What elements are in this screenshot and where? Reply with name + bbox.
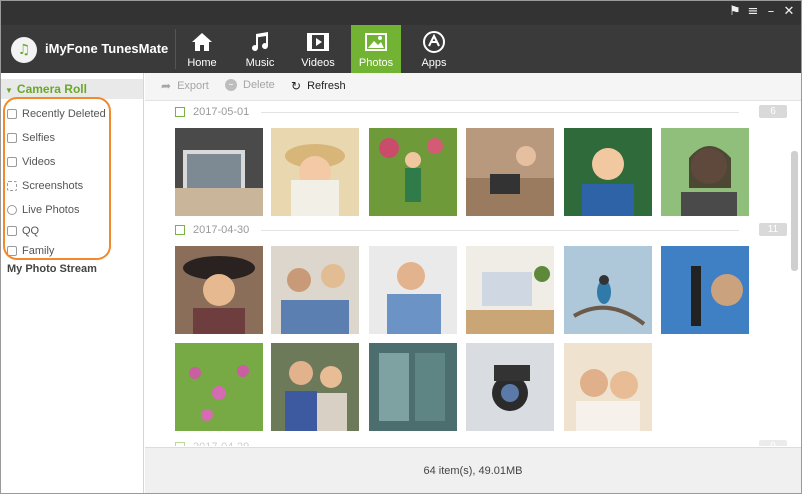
- group-header: 2017-04-30 11: [175, 222, 787, 240]
- highlight-annotation: [3, 97, 111, 260]
- scrollbar[interactable]: [791, 151, 798, 271]
- nav-music[interactable]: Music: [235, 25, 285, 73]
- export-icon: ➦: [161, 79, 172, 93]
- nav-videos-label: Videos: [301, 57, 335, 69]
- sidebar-my-photo-stream[interactable]: My Photo Stream: [7, 263, 97, 275]
- photo-thumbnail[interactable]: [175, 343, 263, 431]
- group-date: 2017-04-29: [193, 441, 249, 446]
- photo-thumbnail[interactable]: [369, 246, 457, 334]
- photo-thumbnail[interactable]: [466, 343, 554, 431]
- group-header: 2017-04-29 9: [175, 439, 787, 446]
- apps-icon: [421, 30, 447, 54]
- top-bar: ⚑ ≡ – ✕ ♫ iMyFone TunesMate Home Music V…: [1, 1, 801, 73]
- group-select-checkbox[interactable]: [175, 442, 185, 446]
- photo-thumbnail[interactable]: [564, 128, 652, 216]
- export-label: Export: [177, 80, 209, 92]
- nav-apps[interactable]: Apps: [409, 25, 459, 73]
- window-controls: ⚑ ≡ – ✕: [729, 5, 795, 19]
- group-count-badge: 6: [759, 105, 787, 118]
- status-bar: 64 item(s), 49.01MB: [145, 447, 801, 493]
- nav-photos-label: Photos: [358, 57, 394, 69]
- nav-videos[interactable]: Videos: [293, 25, 343, 73]
- close-icon[interactable]: ✕: [783, 5, 795, 19]
- photo-thumbnail[interactable]: [369, 343, 457, 431]
- music-icon: [247, 30, 273, 54]
- triangle-down-icon: ▼: [5, 86, 13, 95]
- refresh-button[interactable]: ↻ Refresh: [291, 79, 346, 93]
- delete-button[interactable]: – Delete: [225, 79, 275, 91]
- group-select-checkbox[interactable]: [175, 107, 185, 117]
- nav-home[interactable]: Home: [177, 25, 227, 73]
- home-icon: [189, 30, 215, 54]
- minus-circle-icon: –: [225, 79, 237, 91]
- group-date: 2017-04-30: [193, 224, 250, 236]
- photo-thumbnail[interactable]: [661, 128, 749, 216]
- main-nav: Home Music Videos Photos Apps: [177, 25, 467, 73]
- delete-label: Delete: [243, 79, 275, 91]
- divider: [175, 29, 176, 69]
- photo-thumbnail[interactable]: [466, 246, 554, 334]
- photo-thumbnail[interactable]: [271, 343, 359, 431]
- photo-thumbnail[interactable]: [564, 246, 652, 334]
- nav-photos[interactable]: Photos: [351, 25, 401, 73]
- photo-thumbnail[interactable]: [175, 246, 263, 334]
- app-title: iMyFone TunesMate: [45, 41, 169, 56]
- photo-thumbnail[interactable]: [175, 128, 263, 216]
- toolbar: ➦ Export – Delete ↻ Refresh: [145, 73, 801, 101]
- music-note-icon: ♫: [11, 37, 37, 63]
- app-window: ⚑ ≡ – ✕ ♫ iMyFone TunesMate Home Music V…: [0, 0, 802, 494]
- divider: [261, 112, 739, 113]
- group-select-checkbox[interactable]: [175, 225, 185, 235]
- photo-thumbnail[interactable]: [369, 128, 457, 216]
- nav-apps-label: Apps: [421, 57, 447, 69]
- sidebar-header-label: Camera Roll: [16, 82, 87, 96]
- group-date: 2017-05-01: [193, 106, 250, 118]
- sidebar: ▼ Camera Roll Recently Deleted Selfies Vi…: [1, 73, 144, 493]
- photo-thumbnail[interactable]: [271, 128, 359, 216]
- group-count-badge: 11: [759, 223, 787, 236]
- menu-icon[interactable]: ≡: [747, 5, 759, 19]
- sidebar-header-camera-roll[interactable]: ▼ Camera Roll: [1, 79, 143, 99]
- feedback-icon[interactable]: ⚑: [729, 5, 741, 19]
- refresh-icon: ↻: [291, 79, 302, 93]
- photo-grid: 2017-05-01 6 2017-04-30 11: [145, 101, 801, 446]
- divider: [261, 230, 739, 231]
- minimize-icon[interactable]: –: [765, 5, 777, 19]
- nav-music-label: Music: [245, 57, 275, 69]
- nav-home-label: Home: [187, 57, 217, 69]
- photo-thumbnail[interactable]: [271, 246, 359, 334]
- export-button[interactable]: ➦ Export: [161, 79, 209, 93]
- film-icon: [305, 30, 331, 54]
- refresh-label: Refresh: [307, 80, 346, 92]
- photo-thumbnail[interactable]: [466, 128, 554, 216]
- photo-thumbnail[interactable]: [564, 343, 652, 431]
- photo-icon: [363, 30, 389, 54]
- photo-thumbnail[interactable]: [661, 246, 749, 334]
- group-count-badge: 9: [759, 440, 787, 446]
- group-header: 2017-05-01 6: [175, 104, 787, 122]
- status-summary: 64 item(s), 49.01MB: [423, 465, 523, 477]
- title-strip: [1, 1, 801, 25]
